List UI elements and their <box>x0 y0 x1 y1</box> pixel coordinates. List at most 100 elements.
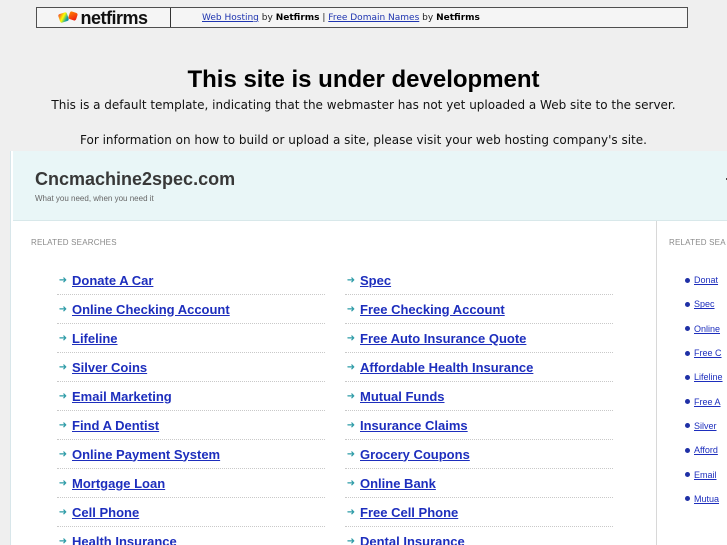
related-search-link[interactable]: Insurance Claims <box>360 418 468 433</box>
netfirms-logo-icon <box>59 11 77 24</box>
arrow-right-icon: ➜ <box>346 506 356 518</box>
related-search-item[interactable]: ➜ Mortgage Loan <box>57 469 325 498</box>
related-search-item[interactable]: ➜ Find A Dentist <box>57 411 325 440</box>
sidebar-related-search-link[interactable]: Free C <box>694 348 722 358</box>
netfirms-logo[interactable]: netfirms <box>37 8 171 27</box>
bullet-icon <box>685 374 690 380</box>
bullet-icon <box>685 447 690 453</box>
related-search-link[interactable]: Silver Coins <box>72 360 147 375</box>
related-search-item[interactable]: ➜ Health Insurance <box>57 527 325 545</box>
site-tagline: What you need, when you need it <box>35 194 154 203</box>
related-search-item[interactable]: ➜ Email Marketing <box>57 382 325 411</box>
sidebar-related-search-item[interactable]: Spec <box>685 292 727 316</box>
arrow-right-icon: ➜ <box>58 274 68 286</box>
related-search-item[interactable]: ➜ Cell Phone <box>57 498 325 527</box>
arrow-right-icon: ➜ <box>58 332 68 344</box>
related-search-item[interactable]: ➜ Online Payment System <box>57 440 325 469</box>
sidebar-related-search-item[interactable]: Free C <box>685 341 727 365</box>
related-search-link[interactable]: Free Checking Account <box>360 302 505 317</box>
bullet-icon <box>685 350 690 356</box>
arrow-right-icon: ➜ <box>58 535 68 545</box>
related-search-link[interactable]: Affordable Health Insurance <box>360 360 533 375</box>
arrow-right-icon: ➜ <box>346 390 356 402</box>
related-search-link[interactable]: Find A Dentist <box>72 418 159 433</box>
bullet-icon <box>685 326 690 332</box>
related-search-link[interactable]: Dental Insurance <box>360 534 465 545</box>
related-searches-grid: ➜ Donate A Car ➜ Online Checking Account ➜… <box>57 266 637 545</box>
sidebar-related-search-item[interactable]: Silver <box>685 414 727 438</box>
sidebar-related-search-link[interactable]: Mutua <box>694 494 719 504</box>
site-name: Cncmachine2spec.com <box>35 169 236 189</box>
related-search-link[interactable]: Free Cell Phone <box>360 505 458 520</box>
related-search-item[interactable]: ➜ Online Checking Account <box>57 295 325 324</box>
related-search-item[interactable]: ➜ Free Auto Insurance Quote <box>345 324 613 353</box>
related-search-item[interactable]: ➜ Spec <box>345 266 613 295</box>
arrow-right-icon: ➜ <box>346 477 356 489</box>
related-search-link[interactable]: Donate A Car <box>72 273 153 288</box>
netfirms-text-1: Netfirms <box>275 12 320 23</box>
sidebar-related-search-item[interactable]: Donat <box>685 268 727 292</box>
sidebar-related-search-item[interactable]: Afford <box>685 438 727 462</box>
parked-page-frame: Cncmachine2spec.com What you need, when … <box>10 151 727 545</box>
related-search-item[interactable]: ➜ Lifeline <box>57 324 325 353</box>
bullet-icon <box>685 496 690 502</box>
bullet-icon <box>685 399 690 405</box>
related-search-link[interactable]: Mortgage Loan <box>72 476 165 491</box>
arrow-right-icon: ➜ <box>346 535 356 545</box>
related-search-link[interactable]: Lifeline <box>72 331 118 346</box>
related-search-item[interactable]: ➜ Donate A Car <box>57 266 325 295</box>
related-search-link[interactable]: Spec <box>360 273 391 288</box>
related-search-item[interactable]: ➜ Online Bank <box>345 469 613 498</box>
related-search-link[interactable]: Email Marketing <box>72 389 172 404</box>
hosting-info-message: For information on how to build or uploa… <box>80 133 647 147</box>
arrow-right-icon: ➜ <box>58 477 68 489</box>
sidebar-related-search-item[interactable]: Lifeline <box>685 365 727 389</box>
sidebar-related-search-item[interactable]: Online <box>685 317 727 341</box>
netfirms-wordmark: netfirms <box>80 7 148 28</box>
free-domain-names-link[interactable]: Free Domain Names <box>328 13 419 23</box>
related-searches-sidebar: RELATED SEA Donat Spec Online Free C Lif… <box>656 221 727 545</box>
related-search-item[interactable]: ➜ Insurance Claims <box>345 411 613 440</box>
arrow-right-icon: ➜ <box>58 506 68 518</box>
page-title: This site is under development <box>187 66 540 94</box>
top-banner-links: Web Hosting by Netfirms | Free Domain Na… <box>171 13 480 23</box>
related-search-item[interactable]: ➜ Mutual Funds <box>345 382 613 411</box>
related-search-item[interactable]: ➜ Free Checking Account <box>345 295 613 324</box>
related-search-link[interactable]: Mutual Funds <box>360 389 445 404</box>
related-searches-column-left: ➜ Donate A Car ➜ Online Checking Account ➜… <box>57 266 325 545</box>
sidebar-related-search-link[interactable]: Lifeline <box>694 372 723 382</box>
related-search-link[interactable]: Online Bank <box>360 476 436 491</box>
sidebar-related-search-link[interactable]: Silver <box>694 421 717 431</box>
related-search-link[interactable]: Health Insurance <box>72 534 177 545</box>
sidebar-related-search-link[interactable]: Online <box>694 324 720 334</box>
related-searches-title: RELATED SEARCHES <box>31 238 117 247</box>
related-search-item[interactable]: ➜ Free Cell Phone <box>345 498 613 527</box>
bullet-icon <box>685 301 690 307</box>
related-searches-column-right: ➜ Spec ➜ Free Checking Account ➜ Free Auto … <box>345 266 613 545</box>
sidebar-related-search-link[interactable]: Free A <box>694 397 721 407</box>
arrow-right-icon: ➜ <box>346 419 356 431</box>
netfirms-text-2: Netfirms <box>436 12 480 23</box>
top-banner: netfirms Web Hosting by Netfirms | Free … <box>36 7 688 28</box>
related-searches-main: RELATED SEARCHES ➜ Donate A Car ➜ Online C… <box>13 221 655 545</box>
web-hosting-link[interactable]: Web Hosting <box>202 13 259 23</box>
sidebar-related-search-link[interactable]: Email <box>694 470 717 480</box>
related-search-link[interactable]: Cell Phone <box>72 505 139 520</box>
related-search-link[interactable]: Free Auto Insurance Quote <box>360 331 526 346</box>
related-search-link[interactable]: Online Checking Account <box>72 302 230 317</box>
sidebar-related-search-link[interactable]: Donat <box>694 275 718 285</box>
sidebar-related-search-item[interactable]: Free A <box>685 389 727 413</box>
related-search-link[interactable]: Online Payment System <box>72 447 220 462</box>
related-search-item[interactable]: ➜ Silver Coins <box>57 353 325 382</box>
related-search-link[interactable]: Grocery Coupons <box>360 447 470 462</box>
sidebar-related-searches-title: RELATED SEA <box>669 238 726 247</box>
sidebar-related-search-item[interactable]: Email <box>685 462 727 486</box>
arrow-right-icon: ➜ <box>58 419 68 431</box>
arrow-right-icon: ➜ <box>58 390 68 402</box>
sidebar-related-search-link[interactable]: Afford <box>694 445 718 455</box>
related-search-item[interactable]: ➜ Affordable Health Insurance <box>345 353 613 382</box>
sidebar-related-search-item[interactable]: Mutua <box>685 487 727 511</box>
related-search-item[interactable]: ➜ Dental Insurance <box>345 527 613 545</box>
related-search-item[interactable]: ➜ Grocery Coupons <box>345 440 613 469</box>
sidebar-related-search-link[interactable]: Spec <box>694 299 715 309</box>
